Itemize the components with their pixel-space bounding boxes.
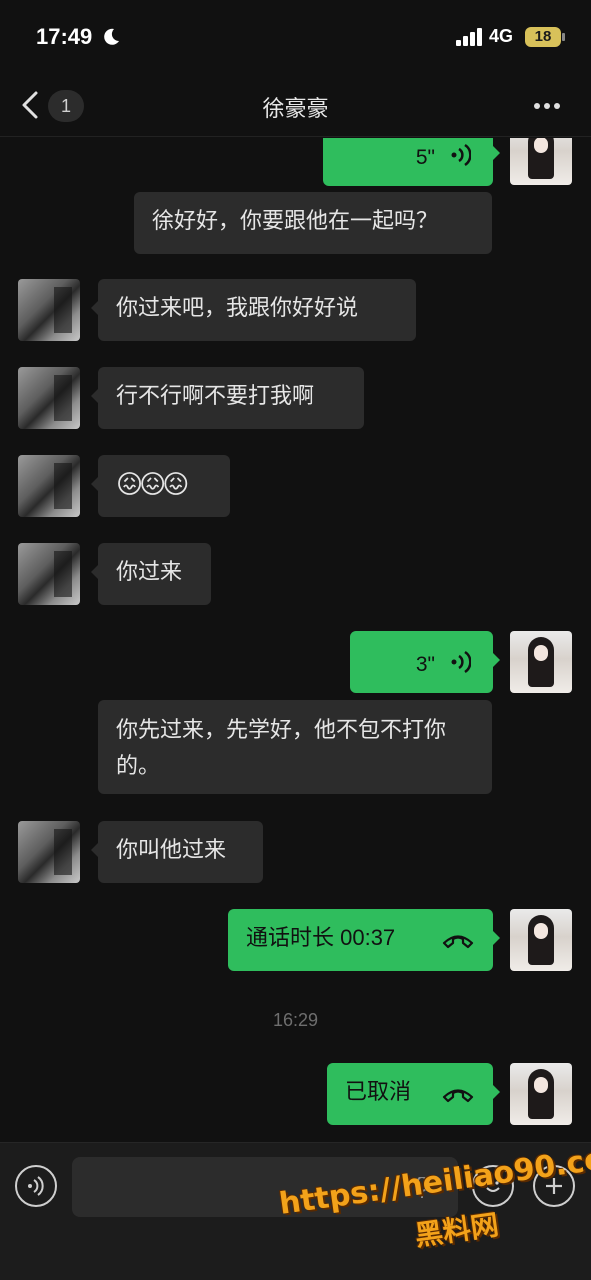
call-record-bubble[interactable]: 通话时长 00:37	[228, 909, 500, 971]
my-avatar[interactable]	[510, 631, 572, 693]
voice-toggle-icon	[28, 1176, 44, 1196]
message-text-bubble[interactable]: 你过来	[91, 543, 211, 605]
contact-avatar[interactable]	[18, 543, 80, 605]
more-icon[interactable]	[532, 101, 562, 111]
contact-avatar[interactable]	[18, 455, 80, 517]
battery-nub	[562, 33, 565, 41]
message-list[interactable]: 5" 徐好好，你要跟他在一起吗？ 你过来吧，我跟你好好说 行不行啊不要打我啊 😖…	[0, 138, 591, 1142]
contact-avatar[interactable]	[18, 367, 80, 429]
message-text-bubble[interactable]: 徐好好，你要跟他在一起吗？	[134, 192, 492, 254]
message-text-bubble[interactable]: 你先过来，先学好，他不包不打你的。	[98, 700, 492, 794]
emoji-message-bubble[interactable]: 😖😖😖	[91, 455, 230, 517]
message-text-bubble[interactable]: 你过来吧，我跟你好好说	[91, 279, 416, 341]
my-avatar[interactable]	[510, 1063, 572, 1125]
voice-duration: 3"	[415, 653, 435, 676]
contact-avatar[interactable]	[18, 279, 80, 341]
signal-icon	[456, 28, 482, 46]
voice-duration: 5"	[415, 146, 435, 169]
network-label: 4G	[489, 26, 514, 46]
phone-icon	[442, 935, 474, 949]
voice-wave-icon	[451, 650, 471, 674]
my-avatar[interactable]	[510, 909, 572, 971]
battery-indicator: 18	[525, 27, 561, 47]
chat-title: 徐豪豪	[262, 96, 329, 121]
my-avatar[interactable]	[510, 138, 572, 185]
voice-message-bubble[interactable]: 5"	[323, 138, 500, 186]
phone-icon	[442, 1089, 474, 1103]
call-record-text: 已取消	[345, 1079, 412, 1104]
contact-avatar[interactable]	[18, 821, 80, 883]
voice-toggle-button[interactable]	[15, 1165, 57, 1207]
chat-header: 1 徐豪豪	[0, 75, 591, 137]
status-time: 17:49	[36, 24, 93, 49]
watermark-name: 黑料网	[413, 1209, 501, 1252]
moon-icon	[104, 28, 119, 45]
message-text-bubble[interactable]: 行不行啊不要打我啊	[91, 367, 364, 429]
voice-wave-icon	[451, 143, 471, 167]
call-record-text: 通话时长 00:37	[246, 925, 396, 950]
message-timestamp: 16:29	[272, 1010, 319, 1030]
voice-message-bubble[interactable]: 3"	[350, 631, 500, 693]
status-bar: 17:49 4G 18	[0, 0, 591, 75]
message-text-bubble[interactable]: 你叫他过来	[91, 821, 263, 883]
call-record-bubble[interactable]: 已取消	[327, 1063, 500, 1125]
